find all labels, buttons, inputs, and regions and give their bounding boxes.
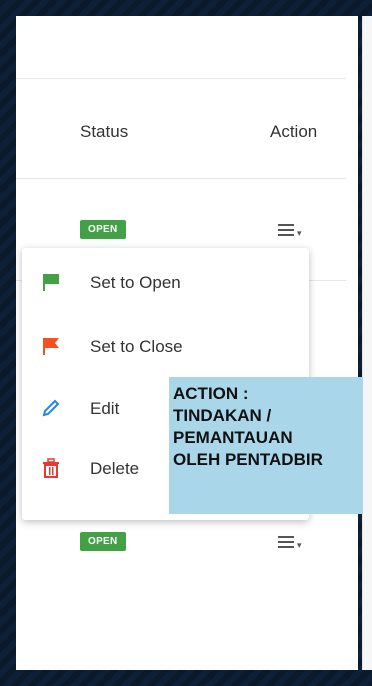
- divider: [16, 178, 346, 179]
- annotation-line: TINDAKAN /: [173, 406, 272, 425]
- divider: [16, 78, 346, 79]
- trash-icon: [43, 458, 59, 478]
- hamburger-icon: [278, 536, 294, 551]
- menu-item-set-close[interactable]: Set to Close: [22, 318, 309, 376]
- green-flag-icon: [43, 274, 59, 291]
- annotation-line: PEMANTAUAN: [173, 428, 293, 447]
- column-header-status[interactable]: Status: [80, 122, 128, 142]
- action-menu-button[interactable]: ▾: [278, 532, 312, 554]
- scrollbar-gutter[interactable]: [362, 16, 372, 670]
- red-flag-icon: [43, 338, 59, 355]
- status-badge: OPEN: [80, 532, 126, 551]
- menu-item-label: Delete: [90, 459, 140, 478]
- caret-down-icon: ▾: [297, 540, 302, 550]
- menu-item-label: Set to Open: [90, 273, 181, 292]
- status-badge: OPEN: [80, 220, 126, 239]
- action-menu-button[interactable]: ▾: [278, 220, 312, 242]
- menu-item-label: Edit: [90, 399, 120, 418]
- hamburger-icon: [278, 224, 294, 239]
- column-header-action[interactable]: Action: [270, 122, 317, 142]
- annotation-line: ACTION :: [173, 384, 249, 403]
- annotation-line: OLEH PENTADBIR: [173, 450, 323, 469]
- pencil-icon: [42, 399, 60, 417]
- menu-item-set-open[interactable]: Set to Open: [22, 254, 309, 312]
- annotation-callout: ACTION : TINDAKAN / PEMANTAUAN OLEH PENT…: [169, 377, 363, 514]
- menu-item-label: Set to Close: [90, 337, 183, 356]
- caret-down-icon: ▾: [297, 228, 302, 238]
